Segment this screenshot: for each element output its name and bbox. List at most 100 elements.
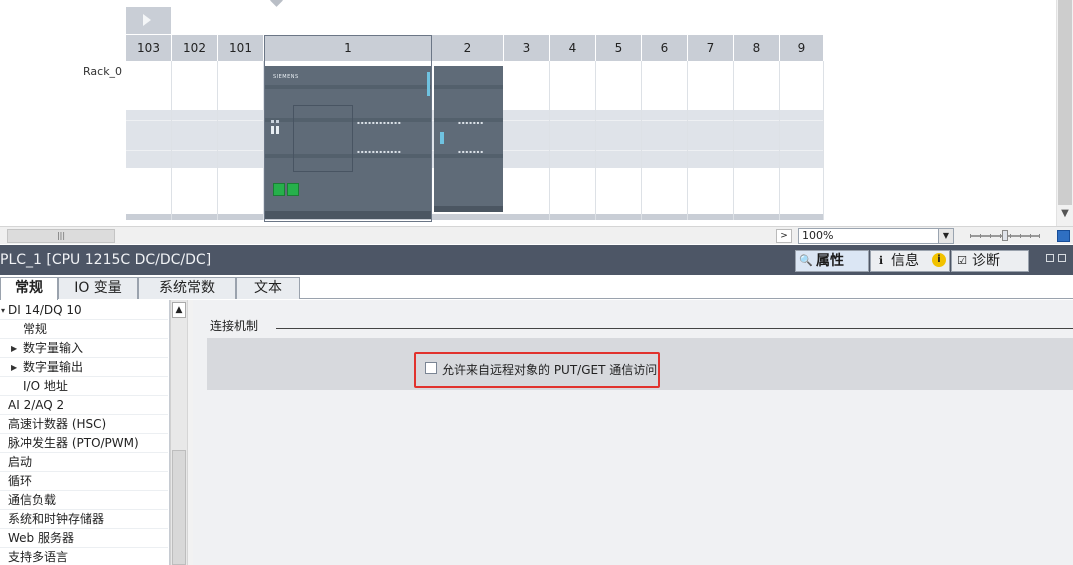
io-terminal-row: ▪▪▪▪▪▪▪▪▪▪▪▪ — [357, 149, 402, 154]
tab-io-tags[interactable]: IO 变量 — [58, 277, 138, 299]
rack-label: Rack_0 — [83, 65, 123, 78]
chevron-right-icon[interactable]: ▶ — [11, 358, 19, 377]
nav-item-digital-inputs[interactable]: ▶ 数字量输入 — [0, 339, 168, 358]
slot-7[interactable] — [688, 61, 734, 220]
module-connector — [427, 72, 430, 96]
nav-item-label: 通信负载 — [8, 493, 57, 507]
connection-mechanism-section: 允许来自远程对象的 PUT/GET 通信访问 — [207, 338, 1073, 390]
nav-item-multilanguage[interactable]: 支持多语言 — [0, 548, 168, 565]
tab-system-constants[interactable]: 系统常数 — [138, 277, 236, 299]
nav-item-ai-aq[interactable]: AI 2/AQ 2 — [0, 396, 168, 415]
nav-item-pto-pwm[interactable]: 脉冲发生器 (PTO/PWM) — [0, 434, 168, 453]
property-tabs: 常规 IO 变量 系统常数 文本 — [0, 275, 1073, 300]
nav-item-startup[interactable]: 启动 — [0, 453, 168, 472]
nav-item-di-dq[interactable]: ▾ DI 14/DQ 10 — [0, 301, 168, 320]
slot-header-2[interactable]: 2 — [432, 35, 504, 61]
nav-item-io-addresses[interactable]: I/O 地址 — [0, 377, 168, 396]
scroll-thumb[interactable] — [172, 450, 186, 565]
tab-properties[interactable]: 🔍 属性 — [795, 250, 869, 272]
nav-item-web-server[interactable]: Web 服务器 — [0, 529, 168, 548]
slot-header-6[interactable]: 6 — [642, 35, 688, 61]
put-get-label[interactable]: 允许来自远程对象的 PUT/GET 通信访问 — [442, 361, 657, 378]
zoom-slider-knob[interactable] — [1002, 230, 1008, 241]
tab-properties-label: 属性 — [816, 253, 844, 269]
scroll-right-icon[interactable]: > — [776, 229, 792, 243]
rack-expand-button[interactable] — [126, 7, 171, 34]
nav-tree-scrollbar[interactable]: ▲ — [170, 300, 187, 565]
device-view-horizontal-scrollbar[interactable]: ||| > 100% ▼ — [0, 226, 1073, 244]
nav-item-label: 系统和时钟存储器 — [8, 512, 105, 526]
cpu-cover — [293, 105, 353, 172]
nav-item-hsc[interactable]: 高速计数器 (HSC) — [0, 415, 168, 434]
io-terminal-row: ▪▪▪▪▪▪▪ — [458, 149, 484, 154]
zoom-select[interactable]: 100% ▼ — [798, 228, 954, 244]
properties-icon: 🔍 — [799, 254, 813, 267]
slot-102[interactable] — [172, 61, 218, 220]
nav-item-label: 数字量输出 — [23, 360, 84, 374]
slot-3[interactable] — [504, 61, 550, 220]
window-controls[interactable] — [1046, 254, 1068, 264]
slot-header-101[interactable]: 101 — [218, 35, 264, 61]
scroll-thumb[interactable] — [1058, 0, 1072, 205]
put-get-checkbox[interactable] — [425, 362, 437, 374]
nav-item-label: 数字量输入 — [23, 341, 84, 355]
io-terminal-row: ▪▪▪▪▪▪▪▪▪▪▪▪ — [357, 120, 402, 125]
tab-info-label: 信息 — [891, 253, 919, 269]
device-view[interactable]: 103 102 101 2 3 4 5 6 7 8 9 Rack_0 1 SIE… — [0, 0, 1073, 226]
device-view-vertical-scrollbar[interactable]: ▼ — [1056, 0, 1073, 226]
cpu-module[interactable]: SIEMENS ▪▪▪▪▪▪▪▪▪▪▪▪ ▪▪▪▪▪▪▪▪▪▪▪▪ — [265, 66, 431, 219]
nav-item-digital-outputs[interactable]: ▶ 数字量输出 — [0, 358, 168, 377]
slot-header-8[interactable]: 8 — [734, 35, 780, 61]
nav-item-comm-load[interactable]: 通信负载 — [0, 491, 168, 510]
slot-8[interactable] — [734, 61, 780, 220]
chevron-right-icon[interactable]: ▶ — [11, 339, 19, 358]
position-marker — [270, 0, 283, 7]
slot-header-4[interactable]: 4 — [550, 35, 596, 61]
status-led — [276, 120, 279, 123]
slot-header-7[interactable]: 7 — [688, 35, 734, 61]
property-navigation-tree: ▾ DI 14/DQ 10 常规 ▶ 数字量输入 ▶ 数字量输出 I/O 地址 AI 2/AQ … — [0, 300, 170, 565]
slot-header-5[interactable]: 5 — [596, 35, 642, 61]
tab-diagnostics[interactable]: ☑ 诊断 — [951, 250, 1029, 272]
tab-general[interactable]: 常规 — [0, 277, 58, 300]
restore-icon[interactable] — [1046, 254, 1054, 262]
overview-icon[interactable] — [1057, 230, 1070, 242]
property-content: 连接机制 允许来自远程对象的 PUT/GET 通信访问 — [193, 300, 1073, 565]
nav-item-label: 启动 — [8, 455, 33, 469]
slot-header-3[interactable]: 3 — [504, 35, 550, 61]
slot-header-9[interactable]: 9 — [780, 35, 824, 61]
tab-info[interactable]: ℹ 信息 i — [870, 250, 950, 272]
ethernet-port-icon — [273, 183, 285, 196]
nav-item-label: 支持多语言 — [8, 550, 69, 564]
nav-item-label: 常规 — [23, 322, 48, 336]
chevron-down-icon[interactable]: ▼ — [938, 229, 953, 243]
slot-5[interactable] — [596, 61, 642, 220]
expand-arrow-icon — [143, 14, 151, 26]
slot-6[interactable] — [642, 61, 688, 220]
slot-4[interactable] — [550, 61, 596, 220]
info-badge: i — [932, 253, 946, 267]
maximize-icon[interactable] — [1058, 254, 1066, 262]
tab-texts[interactable]: 文本 — [236, 277, 300, 299]
zoom-slider[interactable] — [970, 230, 1040, 241]
slot-101[interactable] — [218, 61, 264, 220]
section-title: 连接机制 — [210, 319, 259, 333]
slot-103[interactable] — [126, 61, 172, 220]
signal-module[interactable]: ▪▪▪▪▪▪▪ ▪▪▪▪▪▪▪ — [434, 66, 503, 212]
zoom-value: 100% — [802, 229, 834, 242]
nav-item-general[interactable]: 常规 — [0, 320, 168, 339]
nav-item-label: I/O 地址 — [23, 379, 68, 393]
nav-item-system-clock-memory[interactable]: 系统和时钟存储器 — [0, 510, 168, 529]
horizontal-scroll-thumb[interactable]: ||| — [7, 229, 115, 243]
slot-header-1[interactable]: 1 — [265, 36, 431, 61]
scroll-up-icon[interactable]: ▲ — [172, 302, 186, 318]
ethernet-port-icon — [287, 183, 299, 196]
slot-header-103[interactable]: 103 — [126, 35, 172, 61]
nav-item-cycle[interactable]: 循环 — [0, 472, 168, 491]
scroll-down-icon[interactable]: ▼ — [1058, 208, 1072, 224]
slot-9[interactable] — [780, 61, 824, 220]
module-connector — [440, 132, 444, 144]
slot-header-102[interactable]: 102 — [172, 35, 218, 61]
section-divider — [276, 328, 1073, 329]
status-led — [271, 126, 274, 134]
